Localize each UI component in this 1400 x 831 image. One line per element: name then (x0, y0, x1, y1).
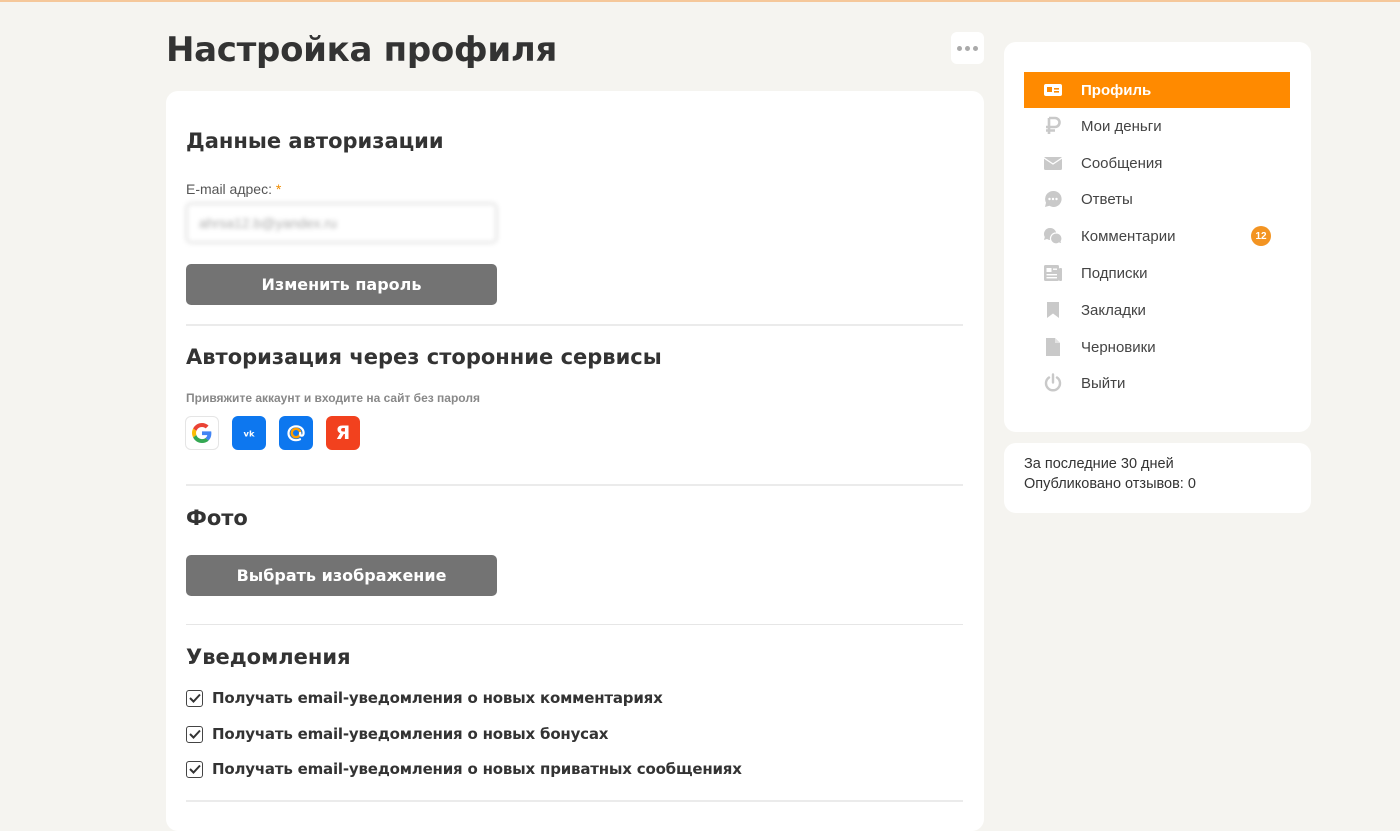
section-divider (186, 484, 963, 486)
sidebar-item-label: Мои деньги (1081, 117, 1162, 135)
photo-section-title: Фото (186, 506, 248, 530)
sidebar-item-subscriptions[interactable]: Подписки (1024, 255, 1290, 291)
stats-period: За последние 30 дней (1024, 456, 1174, 472)
sidebar-item-messages[interactable]: Сообщения (1024, 145, 1290, 181)
notify-private-messages-checkbox[interactable]: Получать email-уведомления о новых прива… (186, 760, 742, 778)
third-party-section-title: Авторизация через сторонние сервисы (186, 345, 662, 369)
checkbox[interactable] (186, 725, 203, 743)
sidebar-item-label: Закладки (1081, 301, 1146, 319)
mail-ru-icon (287, 425, 305, 442)
sidebar-item-label: Выйти (1081, 374, 1126, 392)
section-divider (186, 800, 963, 802)
sidebar-item-answers[interactable]: Ответы (1024, 181, 1290, 217)
email-field[interactable] (186, 203, 497, 243)
checkbox-label: Получать email-уведомления о новых прива… (212, 760, 742, 778)
more-options-button[interactable] (951, 32, 984, 64)
notify-bonuses-checkbox[interactable]: Получать email-уведомления о новых бонус… (186, 725, 608, 743)
dot-icon (973, 45, 978, 51)
sidebar-item-bookmarks[interactable]: Закладки (1024, 292, 1290, 328)
checkmark-icon (188, 729, 201, 739)
draft-file-icon (1024, 329, 1081, 365)
sidebar-item-label: Подписки (1081, 264, 1148, 282)
google-login-button[interactable] (185, 416, 219, 450)
auth-section-title: Данные авторизации (186, 129, 444, 153)
page-title: Настройка профиля (166, 30, 558, 70)
section-divider (186, 324, 963, 326)
dot-icon (957, 45, 962, 51)
top-accent-line (0, 0, 1400, 2)
sidebar-item-logout[interactable]: Выйти (1024, 365, 1290, 401)
vk-icon: vk (244, 428, 255, 438)
bookmark-icon (1024, 292, 1081, 328)
dot-icon (965, 45, 970, 51)
mail-ru-login-button[interactable] (279, 416, 313, 450)
vk-login-button[interactable]: vk (232, 416, 266, 450)
sidebar-item-label: Ответы (1081, 190, 1133, 208)
notify-comments-checkbox[interactable]: Получать email-уведомления о новых комме… (186, 689, 663, 707)
sidebar-item-profile[interactable]: Профиль (1024, 72, 1290, 108)
stats-card: За последние 30 дней Опубликовано отзыво… (1004, 443, 1311, 513)
checkmark-icon (188, 764, 201, 774)
sidebar-item-label: Черновики (1081, 338, 1156, 356)
checkbox-label: Получать email-уведомления о новых комме… (212, 689, 663, 707)
sidebar-item-money[interactable]: Мои деньги (1024, 108, 1290, 144)
power-icon (1024, 365, 1081, 401)
stats-published-count: Опубликовано отзывов: 0 (1024, 476, 1196, 492)
checkmark-icon (188, 693, 201, 703)
profile-settings-card: Данные авторизации E-mail адрес: * Измен… (166, 91, 984, 831)
comments-count-badge: 12 (1251, 226, 1271, 246)
google-icon (192, 423, 212, 443)
svg-text:vk: vk (244, 428, 255, 438)
change-password-button[interactable]: Изменить пароль (186, 264, 497, 305)
chat-bubble-icon (1024, 181, 1081, 217)
ruble-icon (1024, 108, 1081, 144)
newspaper-icon (1024, 255, 1081, 291)
checkbox-label: Получать email-уведомления о новых бонус… (212, 725, 609, 743)
sidebar-item-drafts[interactable]: Черновики (1024, 329, 1290, 365)
checkbox[interactable] (186, 689, 203, 707)
sidebar-item-comments[interactable]: Комментарии 12 (1024, 218, 1290, 254)
yandex-icon: Я (335, 422, 351, 444)
notifications-section-title: Уведомления (186, 645, 351, 669)
email-label: E-mail адрес: * (186, 181, 281, 197)
comments-icon (1024, 218, 1081, 254)
sidebar-item-label: Профиль (1081, 81, 1152, 99)
envelope-icon (1024, 145, 1081, 181)
profile-sidebar: Профиль Мои деньги Сообщения Ответы Комм… (1004, 42, 1311, 432)
profile-card-icon (1024, 72, 1081, 108)
required-mark: * (275, 181, 282, 197)
sidebar-item-label: Сообщения (1081, 154, 1163, 172)
third-party-hint: Привяжите аккаунт и входите на сайт без … (186, 391, 480, 405)
yandex-login-button[interactable]: Я (326, 416, 360, 450)
checkbox[interactable] (186, 760, 203, 778)
section-divider (186, 624, 963, 625)
sidebar-item-label: Комментарии (1081, 227, 1176, 245)
email-label-text: E-mail адрес: (186, 181, 272, 197)
choose-image-button[interactable]: Выбрать изображение (186, 555, 497, 596)
